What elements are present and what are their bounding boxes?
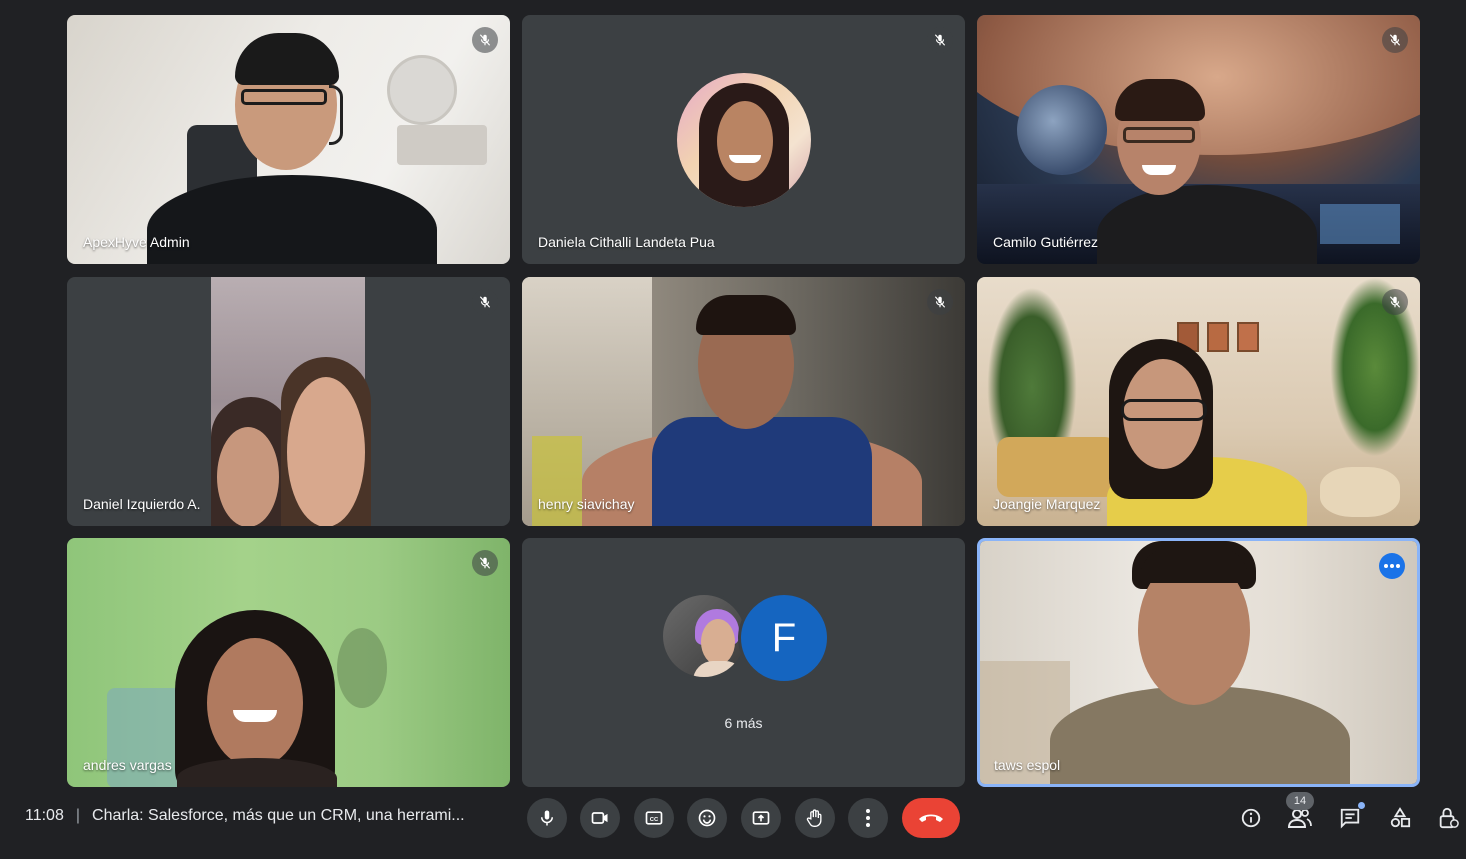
avatar-letter: F [771, 615, 797, 660]
overflow-participants-tile[interactable]: F 6 más [522, 538, 965, 787]
participant-name: andres vargas [83, 757, 172, 773]
separator: | [75, 807, 81, 824]
mic-off-icon [1382, 289, 1408, 315]
mic-off-icon [927, 289, 953, 315]
activities-button[interactable] [1386, 804, 1414, 832]
more-options-button[interactable] [848, 798, 888, 838]
participant-name: Joangie Marquez [993, 496, 1101, 512]
captions-icon: CC [645, 811, 663, 825]
people-count-badge: 14 [1286, 792, 1314, 810]
hangup-icon [919, 814, 943, 822]
participant-video [211, 277, 371, 526]
more-options-icon[interactable] [1379, 553, 1405, 579]
microphone-icon [541, 810, 553, 826]
mic-off-icon [472, 550, 498, 576]
overflow-avatar-photo [660, 592, 748, 680]
participant-name: Daniela Cithalli Landeta Pua [538, 234, 715, 250]
participant-tile-camilo[interactable]: Camilo Gutiérrez [977, 15, 1420, 264]
participant-name: taws espol [994, 757, 1061, 773]
participant-name: Daniel Izquierdo A. [83, 496, 201, 512]
participant-tile-apexhyve-admin[interactable]: ApexHyve Admin [67, 15, 510, 264]
participant-tile-andres[interactable]: andres vargas [67, 538, 510, 787]
chat-notification-dot [1358, 802, 1365, 809]
participant-video [977, 15, 1420, 264]
host-controls-button[interactable] [1434, 804, 1462, 832]
hangup-button[interactable] [902, 798, 960, 838]
participant-name: ApexHyve Admin [83, 234, 190, 250]
participant-tile-daniela[interactable]: Daniela Cithalli Landeta Pua [522, 15, 965, 264]
chat-icon [1340, 808, 1360, 829]
activities-icon [1390, 807, 1411, 828]
participant-tile-henry[interactable]: henry siavichay [522, 277, 965, 526]
raise-hand-button[interactable] [795, 798, 835, 838]
participant-name: Camilo Gutiérrez [993, 234, 1099, 250]
participant-tile-taws[interactable]: taws espol [977, 538, 1420, 787]
meeting-info: 11:08 | Charla: Salesforce, más que un C… [25, 807, 465, 825]
meeting-details-button[interactable] [1237, 804, 1265, 832]
emoji-button[interactable] [687, 798, 727, 838]
participant-video [977, 277, 1420, 526]
participant-tile-joangie[interactable]: Joangie Marquez [977, 277, 1420, 526]
meeting-title[interactable]: Charla: Salesforce, más que un CRM, una … [92, 807, 465, 825]
participant-tile-daniel[interactable]: Daniel Izquierdo A. [67, 277, 510, 526]
camera-icon [591, 812, 608, 824]
mic-off-icon [927, 27, 953, 53]
participant-video [67, 15, 510, 264]
participant-video [980, 541, 1417, 784]
svg-text:CC: CC [650, 817, 659, 823]
info-icon [1241, 808, 1261, 828]
microphone-button[interactable] [527, 798, 567, 838]
people-icon [1288, 809, 1312, 828]
chat-button[interactable] [1336, 802, 1365, 832]
mic-off-icon [472, 27, 498, 53]
participant-name: henry siavichay [538, 496, 635, 512]
clock-time: 11:08 [25, 807, 64, 824]
emoji-icon [698, 809, 716, 827]
bottom-control-bar: 11:08 | Charla: Salesforce, más que un C… [0, 789, 1466, 859]
mic-off-icon [1382, 27, 1408, 53]
profile-avatar [677, 73, 811, 207]
more-options-icon [866, 809, 870, 827]
mic-off-icon [472, 289, 498, 315]
present-icon [752, 811, 770, 825]
people-button[interactable]: 14 [1286, 792, 1314, 832]
captions-button[interactable]: CC [634, 798, 674, 838]
present-button[interactable] [741, 798, 781, 838]
participant-video [67, 538, 510, 787]
more-participants-label: 6 más [724, 715, 763, 731]
camera-button[interactable] [580, 798, 620, 838]
participant-video [522, 277, 965, 526]
raise-hand-icon [806, 809, 822, 827]
host-controls-icon [1439, 807, 1459, 829]
overflow-avatar-letter: F [738, 592, 830, 684]
